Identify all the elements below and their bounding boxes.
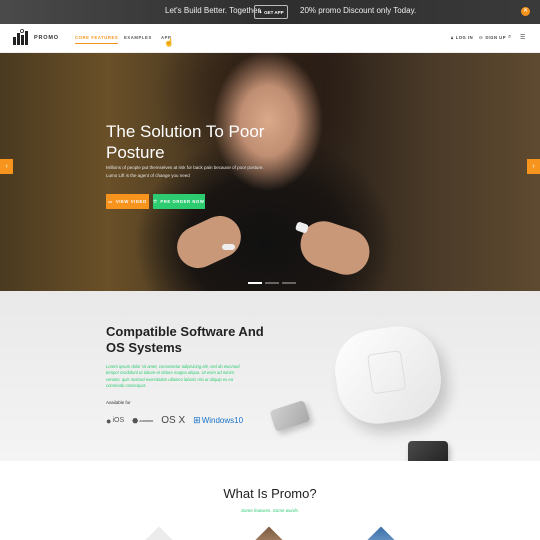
menu-icon[interactable]: ☰ (520, 34, 525, 41)
device-image (329, 321, 447, 429)
close-banner-icon[interactable]: ✕ (521, 7, 530, 16)
os-windows: ⊞ Windows10 (193, 415, 243, 426)
device-clip-image (269, 399, 311, 433)
what-is-title: What Is Promo? (223, 486, 317, 501)
os-osx: OS X (161, 415, 185, 426)
logo-icon[interactable] (12, 29, 32, 46)
os-ios-label: iOS (112, 417, 125, 424)
video-icon: ▭ (108, 199, 113, 204)
next-slide-arrow-icon[interactable]: › (527, 159, 540, 174)
os-osx-label: OS X (161, 415, 186, 426)
login-label: LOG IN (455, 35, 474, 40)
feature-thumb (365, 526, 397, 540)
user-icon: ⚇ (479, 35, 484, 40)
cart-icon: ⛉ (153, 199, 158, 204)
view-video-label: VIEW VIDEO (115, 199, 147, 204)
nav-examples[interactable]: EXAMPLES (124, 35, 152, 40)
lock-icon: 🔒︎ (451, 35, 454, 40)
hero-hand-left (170, 209, 248, 275)
apple-icon: ● (106, 415, 112, 426)
compatibility-title: Compatible Software And OS Systems (106, 324, 264, 355)
login-link[interactable]: 🔒︎ LOG IN (451, 35, 473, 40)
pre-order-button[interactable]: ⛉ PRE ORDER NOW (153, 194, 205, 209)
nav-core-features[interactable]: CORE FEATURES (75, 35, 119, 44)
hero-sensor-clip (222, 244, 235, 250)
get-app-label: GET APP (264, 9, 284, 15)
feature-thumb (253, 526, 285, 540)
banner-promo: 20% promo Discount only Today. (300, 6, 417, 15)
hero-body: Millions of people put themselves at ris… (106, 165, 264, 178)
pre-order-label: PRE ORDER NOW (160, 199, 205, 204)
search-icon[interactable]: ⌕ (508, 34, 511, 41)
slider-pagination (248, 282, 296, 284)
feature-thumb (143, 526, 175, 540)
what-is-section: What Is Promo? Some features. Some words… (0, 461, 540, 540)
slider-dot[interactable] (265, 282, 279, 284)
download-icon: ⬇ (258, 9, 263, 14)
windows-icon: ⊞ (193, 415, 201, 425)
site-header: PROMO CORE FEATURES EXAMPLES APP ☝ 🔒︎ LO… (0, 24, 540, 53)
hero-title: The Solution To Poor Posture (106, 122, 265, 162)
device-face (366, 349, 407, 395)
hero-slider: The Solution To Poor Posture Millions of… (0, 53, 540, 291)
slider-dot[interactable] (248, 282, 262, 284)
signup-label: SIGN UP (485, 35, 506, 40)
os-logos: ● iOS ⬣ ANDROID OS X ⊞ Windows10 (106, 415, 243, 426)
os-windows-label: Windows10 (201, 416, 244, 425)
android-icon: ⬣ (132, 417, 139, 425)
banner-tagline: Let's Build Better. Together. (165, 6, 262, 15)
top-banner: Let's Build Better. Together. ⬇ GET APP … (0, 0, 540, 24)
os-android-label: ANDROID (139, 418, 154, 423)
slider-dot[interactable] (282, 282, 296, 284)
signup-link[interactable]: ⚇ SIGN UP (479, 35, 506, 40)
cursor-hand-icon: ☝ (164, 38, 174, 47)
compatibility-section: Compatible Software And OS Systems Lorem… (0, 291, 540, 461)
os-android: ⬣ ANDROID (132, 417, 153, 425)
what-is-subtitle: Some features. Some words. (240, 508, 300, 513)
view-video-button[interactable]: ▭ VIEW VIDEO (106, 194, 149, 209)
prev-slide-arrow-icon[interactable]: ‹ (0, 159, 13, 174)
compatibility-text: Lorem ipsum dolor sit amet, consectetur … (106, 364, 240, 388)
get-app-button[interactable]: ⬇ GET APP (254, 5, 288, 19)
brand-name: PROMO (34, 35, 59, 41)
available-for-label: Available for (106, 400, 131, 405)
os-ios: ● iOS (106, 416, 124, 426)
device-dark-clip-image (408, 441, 448, 461)
